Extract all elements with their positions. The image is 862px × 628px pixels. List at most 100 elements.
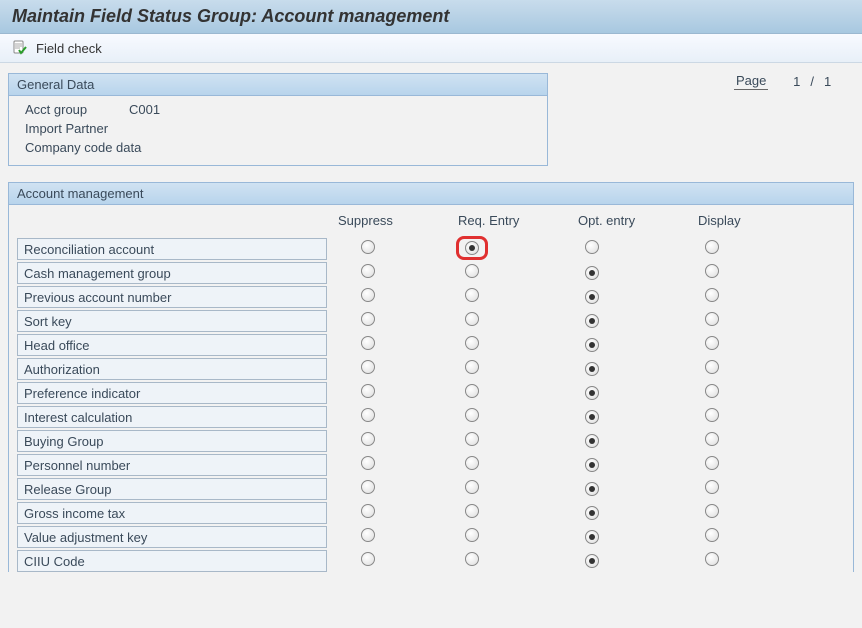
radio-cell (567, 240, 687, 257)
radio-cell (687, 528, 807, 545)
radio-option[interactable] (705, 384, 719, 398)
radio-option[interactable] (585, 506, 599, 520)
radio-cell (327, 384, 447, 401)
page-title: Maintain Field Status Group: Account man… (12, 6, 449, 26)
radio-option[interactable] (361, 336, 375, 350)
radio-cell (327, 432, 447, 449)
radio-option[interactable] (705, 288, 719, 302)
radio-option[interactable] (705, 336, 719, 350)
radio-cell (687, 240, 807, 257)
field-label: Authorization (17, 358, 327, 380)
table-row: Buying Group (9, 428, 853, 452)
radio-cell (567, 336, 687, 352)
page-info: Page 1 / 1 (734, 73, 854, 90)
field-label: Preference indicator (17, 382, 327, 404)
radio-option[interactable] (705, 240, 719, 254)
radio-option[interactable] (361, 408, 375, 422)
radio-option[interactable] (705, 528, 719, 542)
general-data-row: Acct groupC001 (9, 100, 547, 119)
radio-option[interactable] (585, 554, 599, 568)
radio-option[interactable] (465, 552, 479, 566)
radio-option[interactable] (465, 336, 479, 350)
grid-header-row: SuppressReq. EntryOpt. entryDisplay (9, 205, 853, 236)
radio-option[interactable] (585, 338, 599, 352)
table-row: Release Group (9, 476, 853, 500)
radio-cell (447, 432, 567, 449)
radio-option[interactable] (585, 530, 599, 544)
radio-option[interactable] (585, 386, 599, 400)
radio-option[interactable] (361, 432, 375, 446)
radio-option[interactable] (361, 360, 375, 374)
general-data-panel: General Data Acct groupC001Import Partne… (8, 73, 548, 166)
radio-cell (687, 552, 807, 569)
radio-option[interactable] (465, 241, 479, 255)
radio-cell (687, 360, 807, 377)
radio-option[interactable] (705, 360, 719, 374)
radio-option[interactable] (465, 504, 479, 518)
radio-cell (567, 384, 687, 400)
radio-option[interactable] (465, 528, 479, 542)
radio-cell (567, 360, 687, 376)
radio-option[interactable] (465, 312, 479, 326)
table-row: Reconciliation account (9, 236, 853, 260)
radio-option[interactable] (705, 408, 719, 422)
radio-option[interactable] (361, 456, 375, 470)
radio-option[interactable] (465, 408, 479, 422)
radio-option[interactable] (585, 482, 599, 496)
radio-option[interactable] (361, 312, 375, 326)
radio-option[interactable] (361, 384, 375, 398)
radio-option[interactable] (585, 434, 599, 448)
radio-option[interactable] (585, 266, 599, 280)
field-label: Head office (17, 334, 327, 356)
radio-option[interactable] (465, 480, 479, 494)
radio-option[interactable] (361, 504, 375, 518)
radio-option[interactable] (705, 264, 719, 278)
radio-option[interactable] (361, 240, 375, 254)
radio-cell (567, 312, 687, 328)
radio-cell (447, 312, 567, 329)
radio-cell (687, 408, 807, 425)
radio-option[interactable] (465, 264, 479, 278)
radio-option[interactable] (585, 314, 599, 328)
radio-option[interactable] (361, 528, 375, 542)
radio-option[interactable] (361, 552, 375, 566)
radio-option[interactable] (465, 360, 479, 374)
radio-cell (327, 288, 447, 305)
radio-cell (687, 288, 807, 305)
field-check-icon[interactable] (12, 40, 28, 56)
radio-option[interactable] (585, 240, 599, 254)
radio-option[interactable] (705, 456, 719, 470)
radio-option[interactable] (361, 264, 375, 278)
radio-cell (447, 552, 567, 569)
radio-cell (687, 384, 807, 401)
radio-option[interactable] (705, 504, 719, 518)
field-check-button[interactable]: Field check (36, 41, 102, 56)
radio-option[interactable] (705, 312, 719, 326)
general-data-row: Import Partner (9, 119, 547, 138)
radio-option[interactable] (361, 480, 375, 494)
radio-option[interactable] (465, 456, 479, 470)
field-label: CIIU Code (17, 550, 327, 572)
general-data-body: Acct groupC001Import PartnerCompany code… (9, 96, 547, 165)
radio-option[interactable] (361, 288, 375, 302)
radio-option[interactable] (585, 458, 599, 472)
table-row: Personnel number (9, 452, 853, 476)
radio-option[interactable] (465, 384, 479, 398)
radio-cell (687, 312, 807, 329)
radio-option[interactable] (585, 290, 599, 304)
toolbar: Field check (0, 34, 862, 63)
radio-cell (687, 480, 807, 497)
radio-option[interactable] (465, 288, 479, 302)
radio-cell (327, 336, 447, 353)
radio-option[interactable] (705, 480, 719, 494)
radio-option[interactable] (585, 410, 599, 424)
radio-option[interactable] (705, 552, 719, 566)
section-header: Account management (9, 183, 853, 205)
radio-cell (327, 552, 447, 569)
radio-cell (567, 456, 687, 472)
radio-cell (687, 264, 807, 281)
radio-option[interactable] (585, 362, 599, 376)
radio-option[interactable] (705, 432, 719, 446)
radio-option[interactable] (465, 432, 479, 446)
table-row: Value adjustment key (9, 524, 853, 548)
